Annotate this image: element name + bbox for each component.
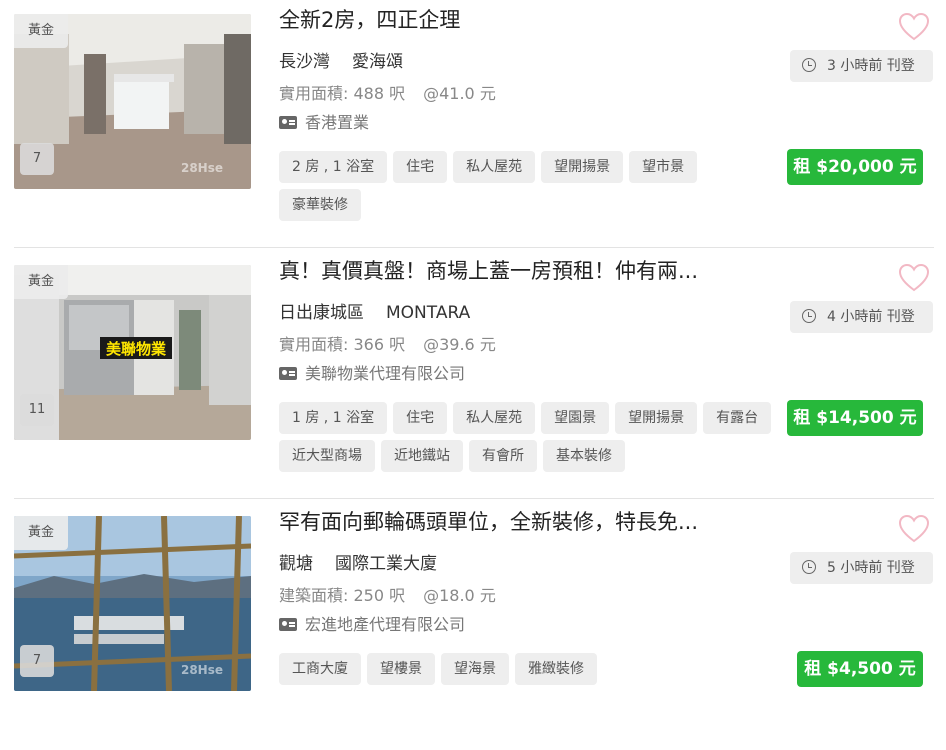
agency-name[interactable]: 美聯物業代理有限公司 (305, 364, 465, 383)
tag[interactable]: 有會所 (469, 440, 537, 472)
tag[interactable]: 近地鐵站 (381, 440, 463, 472)
agency-name[interactable]: 香港置業 (305, 113, 369, 132)
listing-photo[interactable]: 黃金 7 28Hse (14, 14, 251, 189)
tag-list: 1 房 , 1 浴室 住宅 私人屋苑 望園景 望開揚景 有露台近大型商場 近地鐵站 有會所 基本… (279, 402, 779, 478)
agency: 宏進地產代理有限公司 (279, 614, 465, 636)
unit-price: @18.0 元 (423, 586, 496, 605)
price-button[interactable]: 租 $20,000 元 (787, 149, 923, 185)
tag[interactable]: 工商大廈 (279, 653, 361, 685)
heart-icon[interactable] (898, 514, 930, 544)
tag[interactable]: 住宅 (393, 402, 448, 434)
id-card-icon (279, 116, 297, 129)
id-card-icon (279, 367, 297, 380)
clock-icon (802, 309, 816, 323)
listing-photo[interactable]: 黃金 7 28Hse (14, 516, 251, 691)
tag[interactable]: 基本裝修 (543, 440, 625, 472)
tag[interactable]: 望市景 (629, 151, 698, 183)
estate[interactable]: 愛海頌 (352, 52, 403, 72)
area-size: 實用面積: 488 呎 (279, 84, 406, 103)
tag-list: 工商大廈 望樓景 望海景 雅緻裝修 (279, 653, 779, 691)
photo-label: 美聯物業 (106, 340, 167, 358)
listing-title[interactable]: 全新2房，四正企理 (279, 5, 779, 35)
listing-card[interactable]: 黃金 7 28Hse 罕有面向郵輪碼頭單位，全新裝修，特長免... 觀塘 國際工業… (0, 502, 946, 750)
listing-location: 長沙灣 愛海頌 (279, 50, 403, 74)
gold-badge: 黃金 (14, 265, 68, 299)
photo-count: 11 (20, 394, 54, 426)
photo-count: 7 (20, 143, 54, 175)
estate[interactable]: MONTARA (386, 303, 470, 323)
listing-title[interactable]: 罕有面向郵輪碼頭單位，全新裝修，特長免... (279, 507, 779, 537)
tag[interactable]: 有露台 (703, 402, 772, 434)
listing-title[interactable]: 真！真價真盤！商場上蓋一房預租！仲有兩... (279, 256, 779, 286)
tag[interactable]: 近大型商場 (279, 440, 375, 472)
listing-location: 觀塘 國際工業大廈 (279, 552, 437, 576)
tag[interactable]: 望樓景 (367, 653, 435, 685)
tag[interactable]: 望開揚景 (541, 151, 624, 183)
tag[interactable]: 私人屋苑 (453, 151, 536, 183)
listing-card[interactable]: 美聯物業 黃金 11 真！真價真盤！商場上蓋一房預租！仲有兩... 日出康城區 M… (0, 251, 946, 499)
tag[interactable]: 雅緻裝修 (515, 653, 597, 685)
tag[interactable]: 豪華裝修 (279, 189, 361, 221)
posted-time: 3 小時前 刊登 (790, 50, 933, 82)
unit-price: @41.0 元 (423, 84, 496, 103)
listing-card[interactable]: 黃金 7 28Hse 全新2房，四正企理 長沙灣 愛海頌 實用面積: 488 呎 @… (0, 0, 946, 248)
listing-photo[interactable]: 美聯物業 黃金 11 (14, 265, 251, 440)
posted-time: 5 小時前 刊登 (790, 552, 933, 584)
tag[interactable]: 望開揚景 (615, 402, 698, 434)
district[interactable]: 長沙灣 (279, 52, 330, 72)
heart-icon[interactable] (898, 12, 930, 42)
agency: 美聯物業代理有限公司 (279, 363, 465, 385)
tag[interactable]: 私人屋苑 (453, 402, 536, 434)
id-card-icon (279, 618, 297, 631)
gold-badge: 黃金 (14, 516, 68, 550)
price-button[interactable]: 租 $14,500 元 (787, 400, 923, 436)
tag[interactable]: 1 房 , 1 浴室 (279, 402, 388, 434)
area-size: 實用面積: 366 呎 (279, 335, 406, 354)
listing-location: 日出康城區 MONTARA (279, 301, 470, 325)
listing-area: 建築面積: 250 呎 @18.0 元 (279, 585, 496, 607)
heart-icon[interactable] (898, 263, 930, 293)
clock-icon (802, 560, 816, 574)
unit-price: @39.6 元 (423, 335, 496, 354)
listing-area: 實用面積: 488 呎 @41.0 元 (279, 83, 496, 105)
district[interactable]: 日出康城區 (279, 303, 364, 323)
clock-icon (802, 58, 816, 72)
listing-area: 實用面積: 366 呎 @39.6 元 (279, 334, 496, 356)
photo-count: 7 (20, 645, 54, 677)
tag[interactable]: 2 房 , 1 浴室 (279, 151, 388, 183)
tag-list: 2 房 , 1 浴室 住宅 私人屋苑 望開揚景 望市景豪華裝修 (279, 151, 779, 227)
posted-time: 4 小時前 刊登 (790, 301, 933, 333)
watermark: 28Hse (180, 663, 223, 677)
area-size: 建築面積: 250 呎 (279, 586, 406, 605)
divider (14, 247, 934, 248)
agency-name[interactable]: 宏進地產代理有限公司 (305, 615, 465, 634)
estate[interactable]: 國際工業大廈 (335, 554, 437, 574)
divider (14, 498, 934, 499)
tag[interactable]: 望園景 (541, 402, 610, 434)
tag[interactable]: 望海景 (441, 653, 509, 685)
agency: 香港置業 (279, 112, 369, 134)
district[interactable]: 觀塘 (279, 554, 313, 574)
tag[interactable]: 住宅 (393, 151, 448, 183)
watermark: 28Hse (180, 161, 223, 175)
price-button[interactable]: 租 $4,500 元 (797, 651, 923, 687)
gold-badge: 黃金 (14, 14, 68, 48)
